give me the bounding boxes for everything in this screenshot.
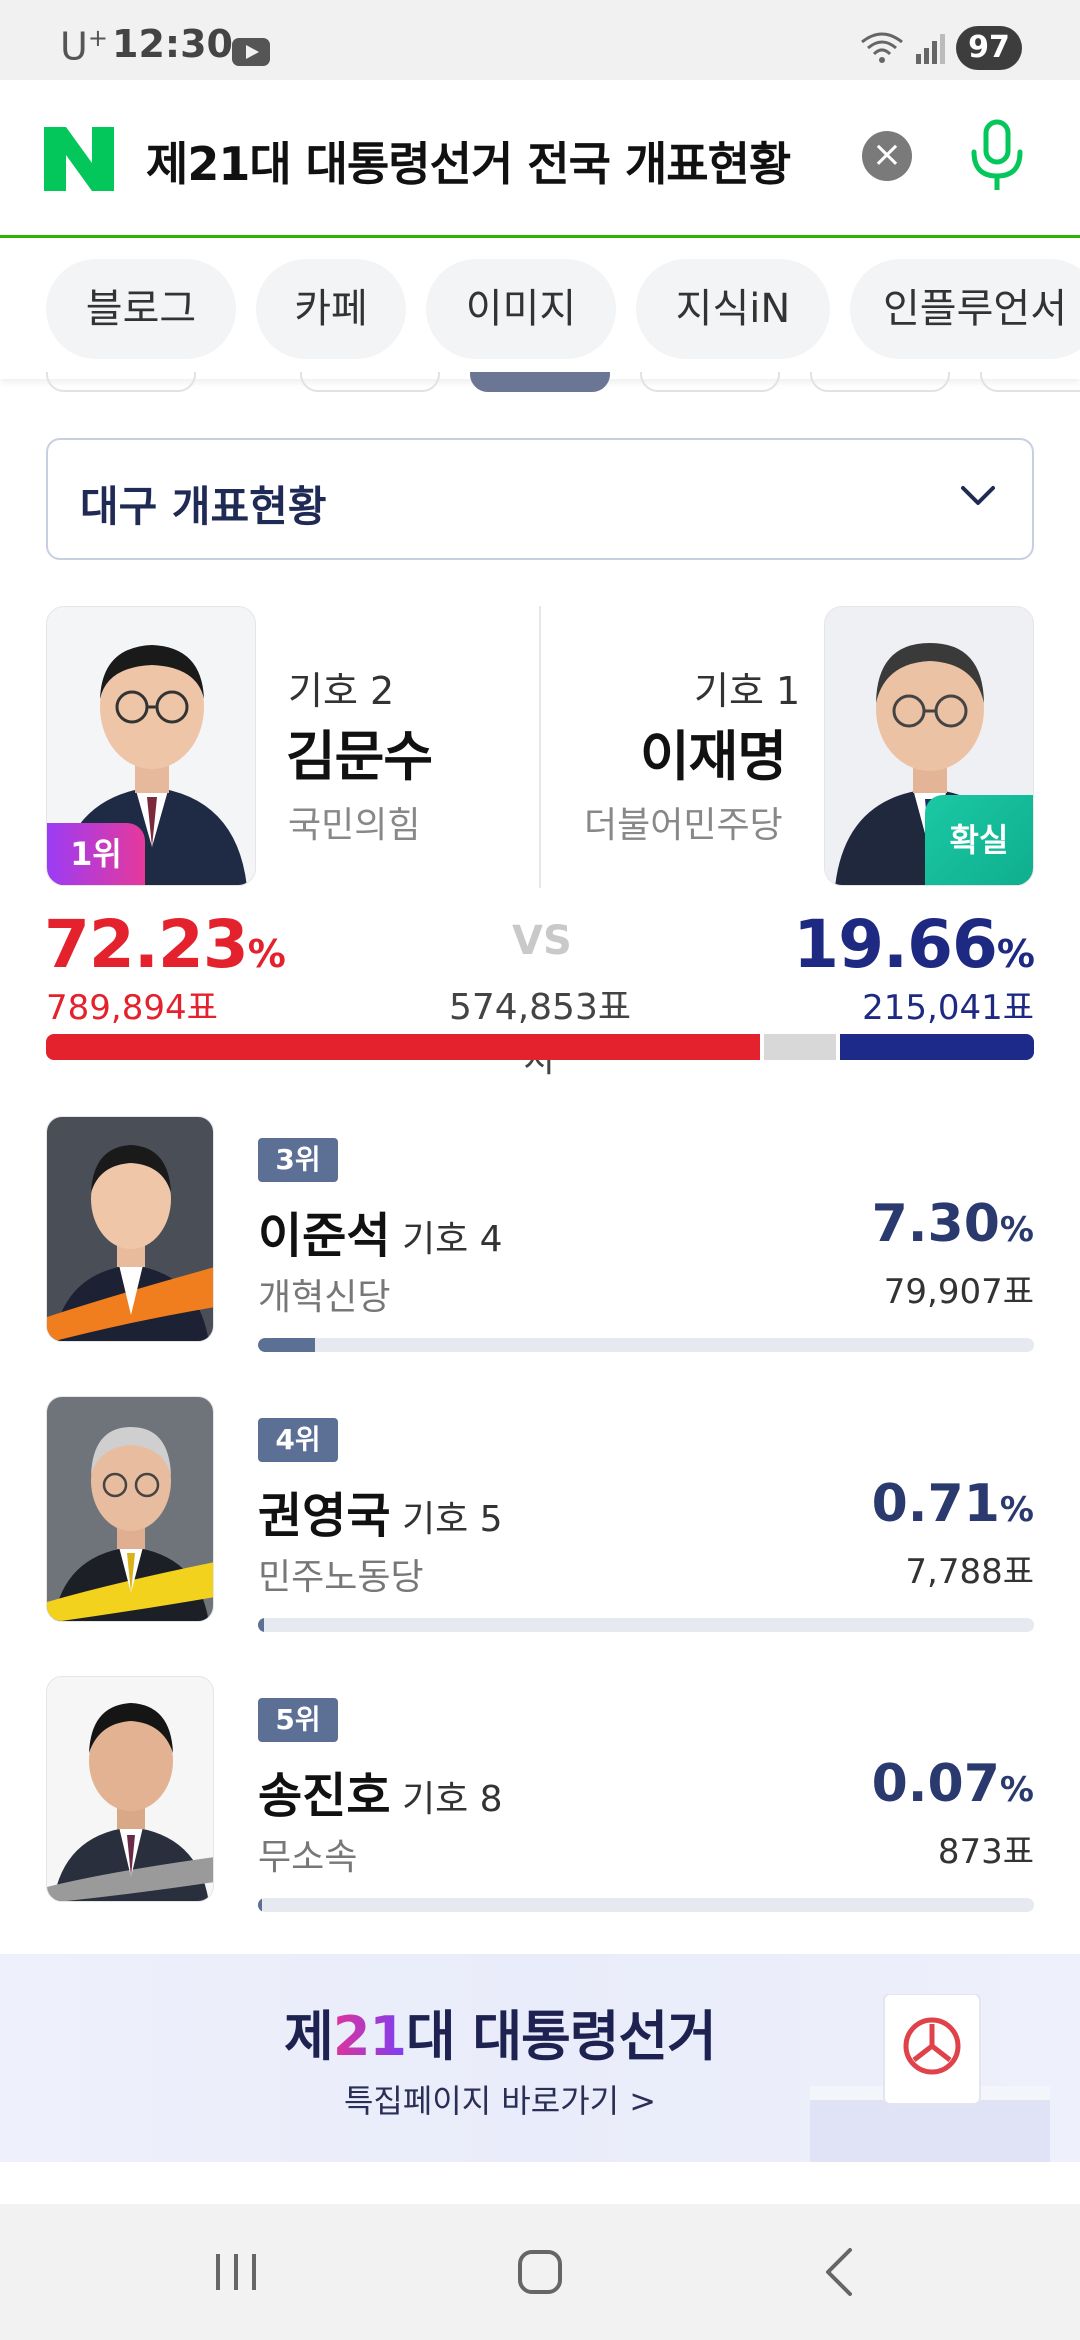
- candidate-photo: [46, 1396, 214, 1622]
- candidate-name[interactable]: 김문수: [286, 712, 433, 791]
- candidate-number: 기호 4: [402, 1219, 503, 1260]
- region-chip[interactable]: [640, 372, 780, 392]
- region-chip[interactable]: [46, 372, 196, 392]
- candidate-number: 기호 8: [402, 1779, 503, 1820]
- candidate-party: 국민의힘: [288, 805, 421, 846]
- wifi-icon: [861, 32, 903, 63]
- tab-blog[interactable]: 블로그: [46, 259, 236, 359]
- rank-badge: 1위: [47, 823, 145, 885]
- left-votes: 789,894표: [46, 988, 218, 1028]
- region-dropdown[interactable]: 대구 개표현황: [46, 438, 1034, 560]
- divider: [539, 606, 541, 888]
- right-votes: 215,041표: [862, 988, 1034, 1028]
- search-bar: 제21대 대통령선거 전국 개표현황 ×: [0, 80, 1080, 238]
- candidate-photo-left[interactable]: 1위: [46, 606, 256, 886]
- bar-separator: [760, 1034, 764, 1060]
- region-chip[interactable]: [810, 372, 950, 392]
- confirmed-badge: 확실: [925, 795, 1033, 885]
- region-chip[interactable]: [980, 372, 1080, 392]
- candidate-votes: 79,907표: [883, 1272, 1034, 1312]
- signal-icon: [916, 34, 945, 64]
- candidate-votes: 7,788표: [905, 1552, 1034, 1592]
- right-share-bar: [840, 1034, 1034, 1060]
- share-bar-fill: [258, 1898, 262, 1912]
- candidate-row[interactable]: 3위 이준석 기호 4 개혁신당 7.30% 79,907표: [0, 1116, 1080, 1396]
- carrier-label: U+: [60, 24, 108, 69]
- home-icon[interactable]: [480, 2204, 600, 2340]
- tab-cafe[interactable]: 카페: [256, 259, 406, 359]
- recent-apps-icon[interactable]: [176, 2204, 296, 2340]
- election-special-banner[interactable]: 제21대 대통령선거 특집페이지 바로가기 >: [0, 1954, 1080, 2162]
- candidate-percent: 0.07%: [871, 1754, 1034, 1814]
- candidate-name: 이준석: [258, 1208, 391, 1264]
- naver-logo-icon[interactable]: [44, 127, 114, 191]
- candidate-row[interactable]: 4위 권영국 기호 5 민주노동당 0.71% 7,788표: [0, 1396, 1080, 1676]
- candidate-name[interactable]: 이재명: [640, 712, 787, 791]
- vote-share-bar: [46, 1034, 1034, 1060]
- candidate-number: 기호 1: [694, 669, 801, 713]
- share-bar: [258, 1338, 1034, 1352]
- candidate-photo: [46, 1676, 214, 1902]
- candidate-photo-right[interactable]: 확실: [824, 606, 1034, 886]
- clear-search-button[interactable]: ×: [862, 131, 912, 181]
- rank-badge: 5위: [258, 1698, 338, 1742]
- candidate-number: 기호 2: [288, 669, 395, 713]
- rank-badge: 3위: [258, 1138, 338, 1182]
- search-input[interactable]: 제21대 대통령선거 전국 개표현황: [146, 128, 791, 194]
- region-dropdown-label: 대구 개표현황: [80, 482, 327, 531]
- candidate-percent: 0.71%: [871, 1474, 1034, 1534]
- portrait-image: [47, 1397, 213, 1621]
- vs-label: VS: [512, 918, 572, 964]
- battery-icon: 97: [956, 26, 1022, 70]
- tab-image[interactable]: 이미지: [426, 259, 616, 359]
- candidate-party: 개혁신당: [258, 1277, 391, 1318]
- ballot-box-icon: [810, 1994, 1050, 2162]
- rank-badge: 4위: [258, 1418, 338, 1462]
- share-bar-fill: [258, 1618, 264, 1632]
- candidate-name: 권영국: [258, 1488, 391, 1544]
- candidate-percent: 7.30%: [871, 1194, 1034, 1254]
- clock: 12:30: [112, 22, 233, 66]
- candidate-name: 송진호: [258, 1768, 391, 1824]
- region-chip-row-peek: [0, 372, 1080, 396]
- category-tabs: 블로그 카페 이미지 지식iN 인플루언서: [0, 241, 1080, 379]
- tab-influencer[interactable]: 인플루언서: [850, 259, 1080, 359]
- chevron-down-icon: [961, 486, 995, 505]
- back-icon[interactable]: [780, 2204, 900, 2340]
- youtube-icon: [232, 38, 270, 66]
- share-bar: [258, 1618, 1034, 1632]
- candidate-party: 더불어민주당: [584, 805, 783, 846]
- share-bar-fill: [258, 1338, 315, 1352]
- region-chip[interactable]: [300, 372, 440, 392]
- status-bar: U+ 12:30 97: [0, 0, 1080, 80]
- left-share-bar: [46, 1034, 760, 1060]
- share-bar: [258, 1898, 1034, 1912]
- candidate-party: 민주노동당: [258, 1557, 424, 1598]
- candidate-number: 기호 5: [402, 1499, 503, 1540]
- candidate-votes: 873표: [937, 1832, 1034, 1872]
- tab-kin[interactable]: 지식iN: [636, 259, 830, 359]
- microphone-icon[interactable]: [962, 118, 1032, 198]
- candidate-photo: [46, 1116, 214, 1342]
- portrait-image: [47, 1677, 213, 1901]
- right-percent: 19.66%: [793, 906, 1035, 983]
- region-chip-active[interactable]: [470, 372, 610, 392]
- system-nav-bar: [0, 2204, 1080, 2340]
- candidate-party: 무소속: [258, 1837, 358, 1878]
- left-percent: 72.23%: [44, 906, 286, 983]
- candidate-row[interactable]: 5위 송진호 기호 8 무소속 0.07% 873표: [0, 1676, 1080, 1956]
- vote-gap: 574,853표차: [449, 987, 631, 1080]
- portrait-image: [47, 1117, 213, 1341]
